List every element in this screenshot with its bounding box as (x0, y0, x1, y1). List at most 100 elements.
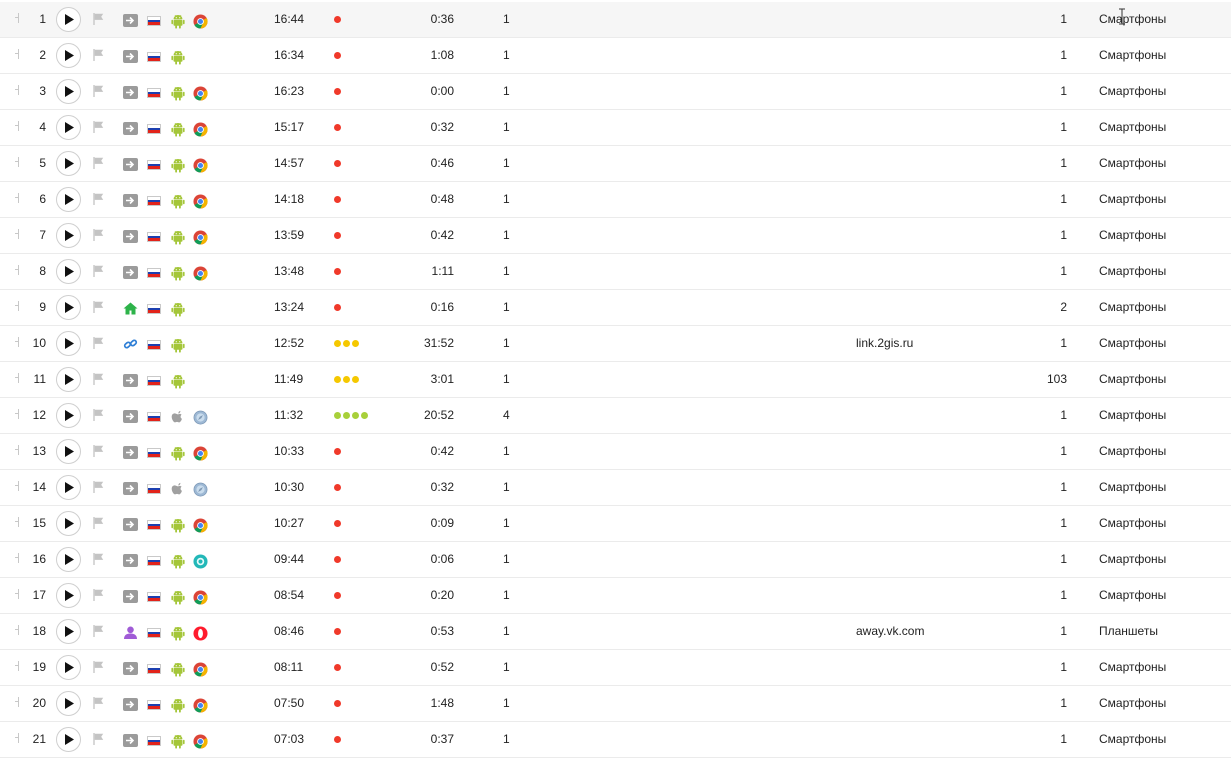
expand-row-icon[interactable] (15, 517, 21, 527)
expand-row-icon[interactable] (15, 13, 21, 23)
expand-row-icon[interactable] (15, 337, 21, 347)
visit-duration: 0:09 (430, 516, 454, 530)
play-recording-button[interactable] (56, 331, 81, 356)
table-row[interactable]: 13 10:33 0:42 1 1 Смартфоны (0, 434, 1231, 470)
table-row[interactable]: 3 16:23 0:00 1 1 Смартфоны (0, 74, 1231, 110)
flag-icon[interactable] (93, 445, 104, 460)
expand-row-icon[interactable] (15, 373, 21, 383)
play-recording-button[interactable] (56, 79, 81, 104)
direct-icon (123, 158, 138, 171)
play-recording-button[interactable] (56, 439, 81, 464)
flag-icon[interactable] (93, 121, 104, 136)
expand-row-icon[interactable] (15, 157, 21, 167)
expand-row-icon[interactable] (15, 409, 21, 419)
android-icon (171, 554, 185, 572)
page-views: 1 (503, 48, 510, 62)
expand-row-icon[interactable] (15, 301, 21, 311)
table-row[interactable]: 10 12:52 31:52 1 link.2gis.ru 1 Смартфоны (0, 326, 1231, 362)
expand-row-icon[interactable] (15, 85, 21, 95)
play-recording-button[interactable] (56, 295, 81, 320)
flag-icon[interactable] (93, 229, 104, 244)
flag-icon[interactable] (93, 265, 104, 280)
device-type: Смартфоны (1099, 228, 1167, 242)
page-views: 1 (503, 336, 510, 350)
flag-icon[interactable] (93, 481, 104, 496)
play-recording-button[interactable] (56, 43, 81, 68)
flag-icon[interactable] (93, 625, 104, 640)
table-row[interactable]: 4 15:17 0:32 1 1 Смартфоны (0, 110, 1231, 146)
table-row[interactable]: 18 08:46 0:53 1 away.vk.com 1 Планшеты (0, 614, 1231, 650)
play-recording-button[interactable] (56, 511, 81, 536)
flag-icon[interactable] (93, 373, 104, 388)
flag-icon[interactable] (93, 409, 104, 424)
activity-dot (334, 448, 341, 455)
table-row[interactable]: 5 14:57 0:46 1 1 Смартфоны (0, 146, 1231, 182)
table-row[interactable]: 12 11:32 20:52 4 1 Смартфоны (0, 398, 1231, 434)
flag-icon[interactable] (93, 553, 104, 568)
play-recording-button[interactable] (56, 403, 81, 428)
russia-flag-icon (147, 376, 161, 386)
play-recording-button[interactable] (56, 691, 81, 716)
android-icon (171, 698, 185, 716)
page-views: 1 (503, 192, 510, 206)
table-row[interactable]: 16 09:44 0:06 1 1 Смартфоны (0, 542, 1231, 578)
play-recording-button[interactable] (56, 619, 81, 644)
table-row[interactable]: 2 16:34 1:08 1 1 Смартфоны (0, 38, 1231, 74)
expand-row-icon[interactable] (15, 661, 21, 671)
play-recording-button[interactable] (56, 367, 81, 392)
flag-icon[interactable] (93, 301, 104, 316)
expand-row-icon[interactable] (15, 229, 21, 239)
table-row[interactable]: 7 13:59 0:42 1 1 Смартфоны (0, 218, 1231, 254)
table-row[interactable]: 9 13:24 0:16 1 2 Смартфоны (0, 290, 1231, 326)
play-recording-button[interactable] (56, 223, 81, 248)
play-recording-button[interactable] (56, 259, 81, 284)
play-recording-button[interactable] (56, 583, 81, 608)
play-recording-button[interactable] (56, 7, 81, 32)
expand-row-icon[interactable] (15, 481, 21, 491)
table-row[interactable]: 19 08:11 0:52 1 1 Смартфоны (0, 650, 1231, 686)
table-row[interactable]: 1 16:44 0:36 1 1 Смартфоны (0, 2, 1231, 38)
flag-icon[interactable] (93, 517, 104, 532)
expand-row-icon[interactable] (15, 49, 21, 59)
expand-row-icon[interactable] (15, 625, 21, 635)
table-row[interactable]: 21 07:03 0:37 1 1 Смартфоны (0, 722, 1231, 758)
flag-icon[interactable] (93, 85, 104, 100)
visit-duration: 0:37 (430, 732, 454, 746)
table-row[interactable]: 6 14:18 0:48 1 1 Смартфоны (0, 182, 1231, 218)
flag-icon[interactable] (93, 13, 104, 28)
table-row[interactable]: 11 11:49 3:01 1 103 Смартфоны (0, 362, 1231, 398)
table-row[interactable]: 15 10:27 0:09 1 1 Смартфоны (0, 506, 1231, 542)
play-recording-button[interactable] (56, 727, 81, 752)
android-icon (171, 734, 185, 752)
flag-icon[interactable] (93, 193, 104, 208)
table-row[interactable]: 8 13:48 1:11 1 1 Смартфоны (0, 254, 1231, 290)
flag-icon[interactable] (93, 337, 104, 352)
flag-icon[interactable] (93, 49, 104, 64)
flag-icon[interactable] (93, 157, 104, 172)
expand-row-icon[interactable] (15, 265, 21, 275)
play-recording-button[interactable] (56, 187, 81, 212)
play-recording-button[interactable] (56, 655, 81, 680)
flag-icon[interactable] (93, 589, 104, 604)
expand-row-icon[interactable] (15, 445, 21, 455)
expand-row-icon[interactable] (15, 553, 21, 563)
row-number: 14 (32, 480, 46, 494)
play-recording-button[interactable] (56, 475, 81, 500)
play-recording-button[interactable] (56, 151, 81, 176)
flag-icon[interactable] (93, 661, 104, 676)
flag-icon[interactable] (93, 733, 104, 748)
play-recording-button[interactable] (56, 115, 81, 140)
table-row[interactable]: 20 07:50 1:48 1 1 Смартфоны (0, 686, 1231, 722)
expand-row-icon[interactable] (15, 193, 21, 203)
expand-row-icon[interactable] (15, 697, 21, 707)
table-row[interactable]: 14 10:30 0:32 1 1 Смартфоны (0, 470, 1231, 506)
flag-icon[interactable] (93, 697, 104, 712)
expand-row-icon[interactable] (15, 121, 21, 131)
table-row[interactable]: 17 08:54 0:20 1 1 Смартфоны (0, 578, 1231, 614)
play-recording-button[interactable] (56, 547, 81, 572)
expand-row-icon[interactable] (15, 589, 21, 599)
visit-time: 10:27 (274, 516, 305, 530)
expand-row-icon[interactable] (15, 733, 21, 743)
play-icon (65, 338, 74, 349)
visit-duration: 0:00 (430, 84, 454, 98)
